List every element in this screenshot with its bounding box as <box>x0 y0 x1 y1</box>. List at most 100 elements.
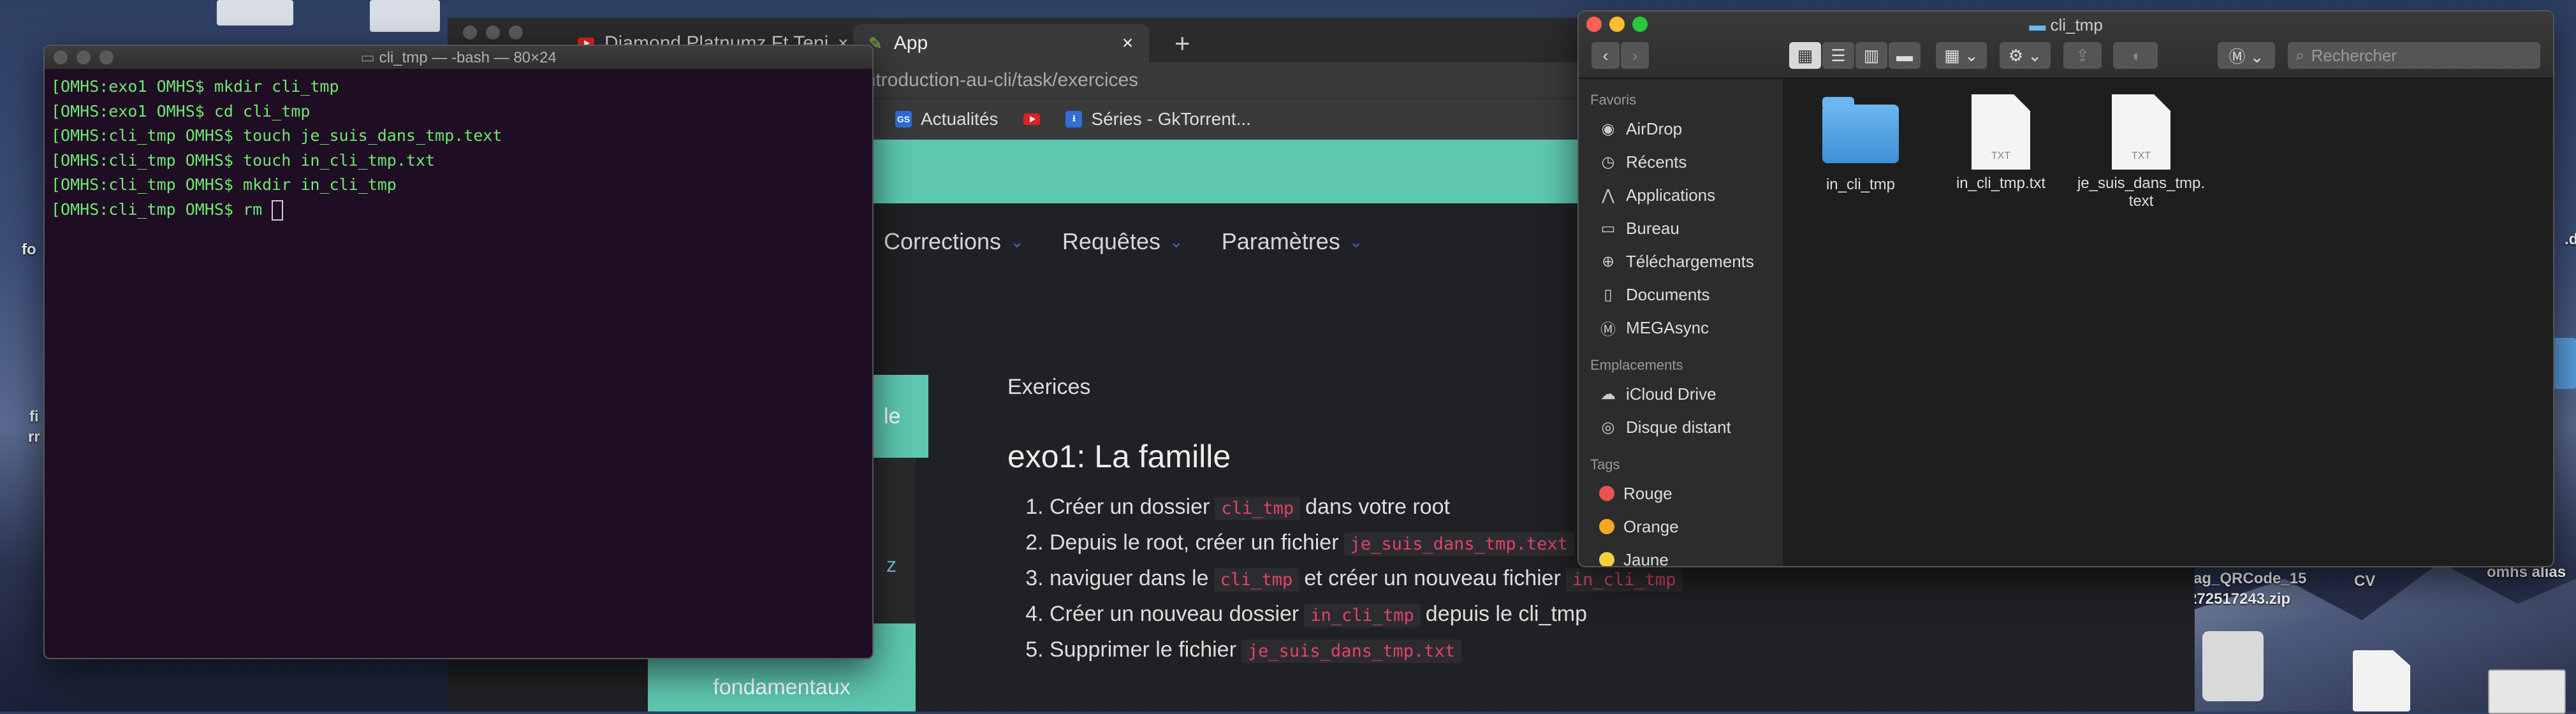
sidebar-item-label: iCloud Drive <box>1626 384 1716 404</box>
action-gear-icon[interactable]: ⚙ ⌄ <box>2000 42 2051 69</box>
view-icons-button[interactable]: ▦ <box>1789 42 1821 69</box>
sidebar-item-bureau[interactable]: ▭ Bureau <box>1579 212 1783 245</box>
zoom-control[interactable] <box>509 26 523 40</box>
nav-parametres[interactable]: Paramètres ⌄ <box>1222 228 1363 255</box>
tag-button[interactable]: ◖ <box>2113 42 2158 69</box>
sidebar-item-label: Orange <box>1623 516 1679 536</box>
share-button[interactable]: ⇪ <box>2063 42 2102 69</box>
document-icon[interactable] <box>2353 650 2410 711</box>
terminal-output[interactable]: [OMHS:exo1 OMHS$ mkdir cli_tmp [OMHS:exo… <box>45 69 872 227</box>
view-columns-button[interactable]: ▥ <box>1855 42 1887 69</box>
chevron-down-icon: ⌄ <box>1169 231 1183 251</box>
view-list-button[interactable]: ☰ <box>1822 42 1854 69</box>
finder-window[interactable]: ▬ cli_tmp ‹ › ▦ ☰ ▥ ▬ ▦ ⌄ ⚙ ⌄ ⇪ ◖ Ⓜ ⌄ ⌕ R… <box>1577 10 2554 567</box>
folder-icon: ▬ <box>2029 15 2051 34</box>
minimize-control[interactable] <box>486 26 500 40</box>
bookmark-actualites[interactable]: GS Actualités <box>895 109 998 129</box>
alias-icon[interactable] <box>2488 669 2566 714</box>
desktop-label-fo[interactable]: fo <box>22 241 36 259</box>
tab-app[interactable]: ✎ App × <box>853 24 1149 62</box>
file-item-folder[interactable]: in_cli_tmp <box>1790 97 1931 194</box>
desktop-label-rr[interactable]: rr <box>28 428 40 446</box>
mega-icon: Ⓜ <box>1600 321 1616 339</box>
desktop-label-d[interactable]: .d <box>2565 231 2576 249</box>
finder-content: in_cli_tmp TXT in_cli_tmp.txt TXT je_sui… <box>1784 79 2553 566</box>
disk-image-icon[interactable] <box>2202 631 2264 701</box>
sidebar-button-top[interactable]: le <box>871 375 928 458</box>
gs-icon: GS <box>895 111 912 127</box>
sidebar-item-airdrop[interactable]: ◉ AirDrop <box>1579 112 1783 145</box>
code-snippet: in_cli_tmp <box>1565 568 1683 592</box>
sidebar-tag-jaune[interactable]: Jaune <box>1579 543 1783 566</box>
desktop-side-icon[interactable] <box>2553 338 2576 389</box>
sidebar-item-documents[interactable]: ▯ Documents <box>1579 278 1783 311</box>
sidebar-item-icloud[interactable]: ☁ iCloud Drive <box>1579 377 1783 411</box>
finder-sidebar: Favoris ◉ AirDrop ◷ Récents ⋀ Applications … <box>1579 79 1783 566</box>
view-gallery-button[interactable]: ▬ <box>1889 42 1921 69</box>
tab-close-icon[interactable]: × <box>1122 33 1134 54</box>
sidebar-item-label: AirDrop <box>1626 119 1683 138</box>
sidebar-item-telechargements[interactable]: ⊕ Téléchargements <box>1579 245 1783 278</box>
file-badge: TXT <box>2131 150 2151 161</box>
url-text: introduction-au-cli/task/exercices <box>861 69 1139 91</box>
terminal-line: [OMHS:cli_tmp OMHS$ touch in_cli_tmp.txt <box>51 150 435 170</box>
finder-title: ▬ cli_tmp <box>1579 15 2553 35</box>
mega-menu-button[interactable]: Ⓜ ⌄ <box>2218 42 2275 69</box>
sidebar-item-label: Récents <box>1626 152 1687 171</box>
terminal-titlebar[interactable]: ▭ cli_tmp — -bash — 80×24 <box>45 46 872 69</box>
cloud-icon: ☁ <box>1600 385 1616 403</box>
desktop-icon-top-1[interactable] <box>217 0 293 26</box>
sidebar-item-label: Bureau <box>1626 218 1680 238</box>
desktop-label-cv[interactable]: CV <box>2354 572 2375 590</box>
close-control[interactable] <box>463 26 477 40</box>
terminal-line: [OMHS:exo1 OMHS$ cd cli_tmp <box>51 101 311 120</box>
disc-icon: ◎ <box>1601 418 1615 436</box>
nav-requetes[interactable]: Requêtes ⌄ <box>1062 228 1183 255</box>
new-tab-button[interactable]: + <box>1175 24 1190 62</box>
desktop-label-fi[interactable]: fi <box>29 408 39 426</box>
sidebar-item-megasync[interactable]: Ⓜ MEGAsync <box>1579 311 1783 344</box>
bookmark-gktorrent[interactable]: ⭳ Séries - GkTorrent... <box>1065 109 1251 129</box>
terminal-window[interactable]: ▭ cli_tmp — -bash — 80×24 [OMHS:exo1 OMH… <box>43 45 874 659</box>
search-icon: ⌕ <box>2295 45 2305 64</box>
back-button[interactable]: ‹ <box>1592 42 1620 69</box>
desktop-label-qrcode[interactable]: ag_QRCode_15 <box>2193 570 2306 588</box>
sidebar-item-recents[interactable]: ◷ Récents <box>1579 145 1783 178</box>
step-item: Supprimer le fichierje_suis_dans_tmp.txt <box>1050 632 1722 667</box>
desktop-label-zip[interactable]: 272517243.zip <box>2188 590 2290 608</box>
file-name: in_cli_tmp.txt <box>1956 175 2046 192</box>
sidebar-button-label: le <box>884 404 901 428</box>
youtube-icon <box>1023 113 1041 125</box>
sidebar-tag-rouge[interactable]: Rouge <box>1579 477 1783 510</box>
chevron-down-icon: ⌄ <box>1010 231 1024 251</box>
group-button[interactable]: ▦ ⌄ <box>1936 42 1987 69</box>
bookmark-label: Actualités <box>921 109 999 129</box>
finder-title-text: cli_tmp <box>2050 15 2103 34</box>
step-item: Créer un nouveau dossierin_cli_tmpdepuis… <box>1050 596 1722 632</box>
search-placeholder: Rechercher <box>2311 45 2397 65</box>
window-controls <box>463 26 523 40</box>
file-item-txt[interactable]: TXT in_cli_tmp.txt <box>1931 94 2071 193</box>
search-field[interactable]: ⌕ Rechercher <box>2288 42 2540 69</box>
sidebar-item-label: Disque distant <box>1626 417 1731 437</box>
file-badge: TXT <box>1991 150 2011 161</box>
step-text: Supprimer le fichier <box>1050 638 1236 662</box>
bookmark-youtube[interactable] <box>1023 113 1041 125</box>
file-name: je_suis_dans_tmp. text <box>2077 175 2206 210</box>
sidebar-tag-orange[interactable]: Orange <box>1579 510 1783 543</box>
download-icon: ⭳ <box>1065 111 1083 127</box>
step-text: dans votre root <box>1305 495 1450 519</box>
step-text: Créer un dossier <box>1050 495 1210 519</box>
bookmark-label: Séries - GkTorrent... <box>1091 109 1251 129</box>
sidebar-item-applications[interactable]: ⋀ Applications <box>1579 178 1783 212</box>
file-item-text[interactable]: TXT je_suis_dans_tmp. text <box>2071 94 2211 210</box>
nav-corrections[interactable]: Corrections ⌄ <box>884 228 1024 255</box>
airdrop-icon: ◉ <box>1601 120 1615 138</box>
sidebar-link[interactable]: z <box>886 553 896 577</box>
desktop-icon-top-2[interactable] <box>370 0 440 32</box>
code-snippet: je_suis_dans_tmp.txt <box>1241 639 1461 663</box>
sidebar-section-emplacements: Emplacements <box>1590 357 1683 373</box>
sidebar-item-disque-distant[interactable]: ◎ Disque distant <box>1579 411 1783 444</box>
txt-file-icon: TXT <box>2112 94 2170 170</box>
forward-button[interactable]: › <box>1621 42 1649 69</box>
